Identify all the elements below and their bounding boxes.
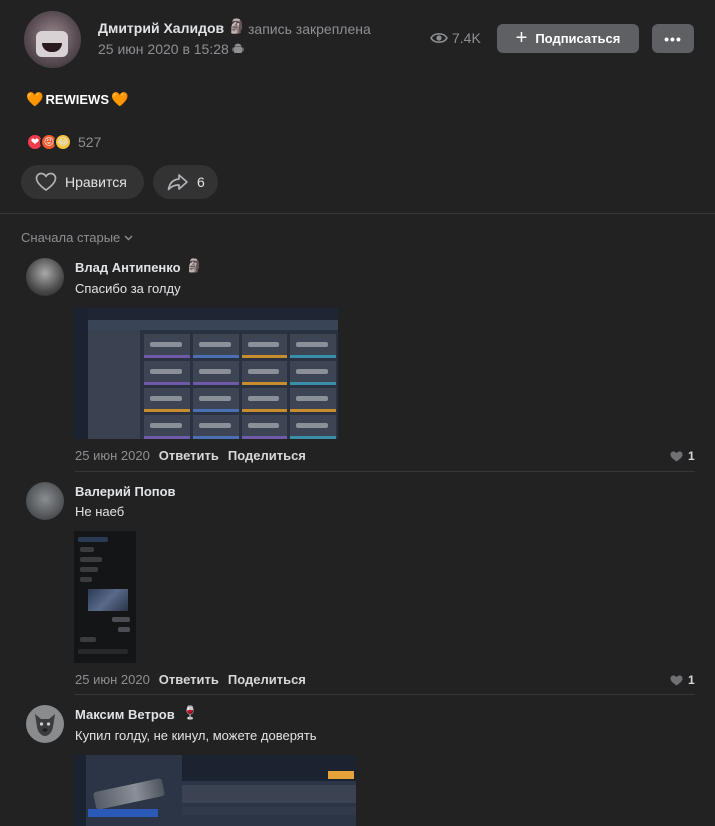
divider [75,694,695,695]
heart-icon [670,451,683,461]
share-arrow-icon [167,174,188,191]
reply-button[interactable]: Ответить [159,448,219,463]
divider [75,471,695,472]
author-badge-icon: 🗿 [228,18,246,34]
subscribe-button[interactable]: + Подписаться [497,24,639,53]
views-count: 7.4K [452,30,481,46]
comment-date[interactable]: 25 июн 2020 [75,448,150,463]
divider [0,213,715,214]
comment-attachment-image[interactable] [74,531,136,663]
author-badge-icon: 🗿 [186,258,203,273]
share-comment-button[interactable]: Поделиться [228,672,306,687]
reaction-laugh-icon: 😂 [54,133,72,151]
more-options-button[interactable]: ••• [652,24,694,53]
share-comment-button[interactable]: Поделиться [228,448,306,463]
dog-icon [35,714,55,736]
comment-attachment-image[interactable] [74,308,338,439]
comment-text: Купил голду, не кинул, можете доверять [75,728,317,743]
comment-like-button[interactable]: 1 [670,673,695,687]
subscribe-label: Подписаться [535,31,621,46]
comment-meta: 25 июн 2020 Ответить Поделиться [75,672,306,687]
orange-heart-icon: 🧡 [111,91,129,107]
comment-like-button[interactable]: 1 [670,449,695,463]
wine-glass-icon: 🍷 [182,705,199,720]
author-avatar[interactable] [24,11,81,68]
comment-author[interactable]: Максим Ветров [75,707,175,722]
reactions-summary[interactable]: ❤ 😡 😂 527 [26,133,101,151]
comment-avatar[interactable] [26,258,64,296]
comment-avatar[interactable] [26,482,64,520]
comment-author[interactable]: Валерий Попов [75,484,176,499]
comment-attachment-image[interactable] [74,755,356,826]
comment-author[interactable]: Влад Антипенко [75,260,181,275]
post-text-body: REWIEWS [45,92,109,107]
reply-button[interactable]: Ответить [159,672,219,687]
chevron-down-icon [124,235,133,240]
comment-text: Спасибо за голду [75,281,181,296]
plus-icon: + [515,26,528,49]
pinned-label: запись закреплена [248,21,371,37]
comments-sort-dropdown[interactable]: Сначала старые [21,230,133,245]
like-label: Нравится [65,174,127,190]
post-date[interactable]: 25 июн 2020 в 15:28 [98,41,229,57]
share-button[interactable]: 6 [153,165,218,199]
orange-heart-icon: 🧡 [26,91,44,107]
reactions-count: 527 [78,134,102,150]
comment-like-count: 1 [688,673,695,687]
post-text: 🧡 REWIEWS 🧡 [26,91,128,108]
android-icon [232,43,244,53]
heart-icon [670,675,683,685]
share-count: 6 [197,174,205,190]
heart-outline-icon [35,172,57,192]
comment-avatar[interactable] [26,705,64,743]
comment-meta: 25 июн 2020 Ответить Поделиться [75,448,306,463]
comment-date[interactable]: 25 июн 2020 [75,672,150,687]
comment-like-count: 1 [688,449,695,463]
author-name[interactable]: Дмитрий Халидов [98,20,224,36]
more-icon: ••• [664,30,682,47]
comment-text: Не наеб [75,504,125,519]
eye-icon [430,33,448,43]
comments-sort-label: Сначала старые [21,230,121,245]
like-button[interactable]: Нравится [21,165,144,199]
